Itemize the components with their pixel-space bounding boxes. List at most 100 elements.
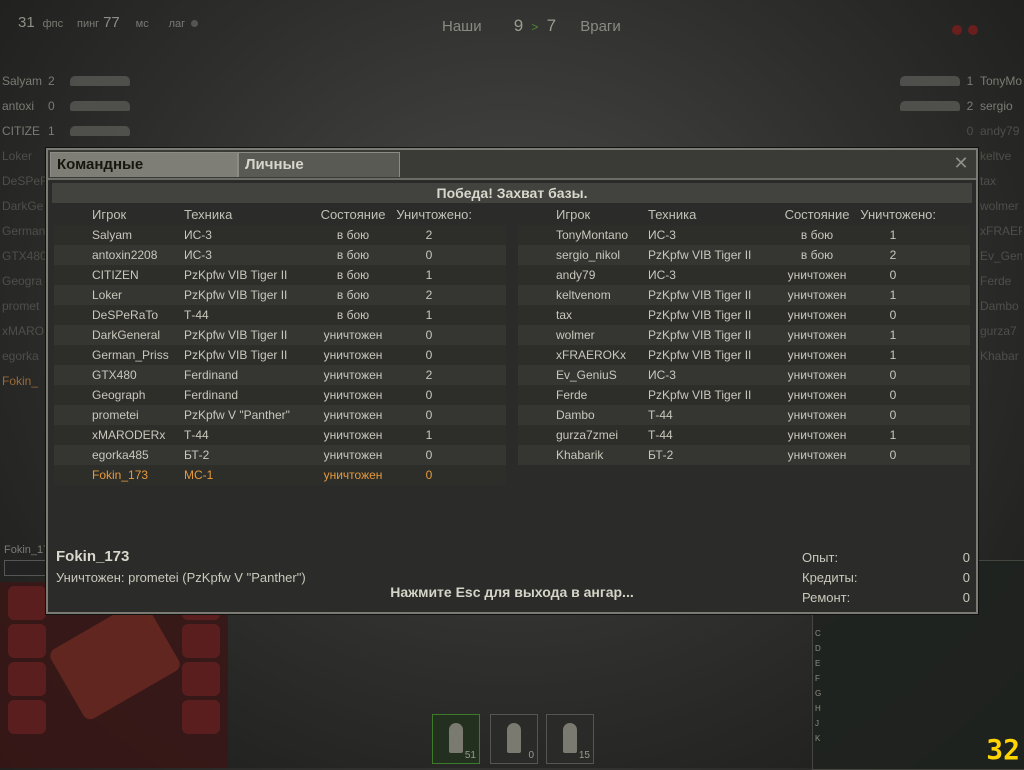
table-row[interactable]: sergio_nikol PzKpfw VIB Tiger II в бою 2: [518, 245, 970, 265]
table-row[interactable]: GTX480 Ferdinand уничтожен 2: [54, 365, 506, 385]
shell-icon: [507, 723, 521, 753]
table-row[interactable]: DarkGeneral PzKpfw VIB Tiger II уничтожен 0: [54, 325, 506, 345]
cell-kills: 1: [425, 268, 433, 282]
cell-kills: 1: [889, 348, 897, 362]
cell-state: уничтожен: [323, 348, 383, 362]
side-player-name: Loker: [2, 148, 33, 163]
enemies-table: Игрок Техника Состояние Уничтожено: Tony…: [518, 205, 970, 465]
cell-vehicle: ИС-3: [648, 368, 676, 382]
side-player-name: andy79: [980, 123, 1020, 138]
cell-state: в бою: [336, 288, 370, 302]
cell-vehicle: PzKpfw VIB Tiger II: [648, 348, 752, 362]
side-player-name: tax: [980, 173, 997, 188]
table-row[interactable]: Geograph Ferdinand уничтожен 0: [54, 385, 506, 405]
cell-vehicle: ИС-3: [184, 228, 212, 242]
table-row[interactable]: antoxin2208 ИС-3 в бою 0: [54, 245, 506, 265]
cell-vehicle: ИС-3: [648, 268, 676, 282]
tab-team-achievements[interactable]: Командные достижения: [50, 152, 238, 197]
cell-vehicle: PzKpfw VIB Tiger II: [648, 308, 752, 322]
table-row[interactable]: Ev_GeniuS ИС-3 уничтожен 0: [518, 365, 970, 385]
side-kill-count: 0: [48, 98, 55, 113]
header-player: Игрок: [556, 207, 591, 222]
table-row[interactable]: Dambo Т-44 уничтожен 0: [518, 405, 970, 425]
tab-bar: Командные достижения Личные достижения ✕: [48, 150, 976, 197]
cell-state: уничтожен: [323, 428, 383, 442]
table-row[interactable]: German_Priss PzKpfw VIB Tiger II уничтожен…: [54, 345, 506, 365]
loader-icon: [182, 700, 220, 734]
table-row[interactable]: egorka485 БТ-2 уничтожен 0: [54, 445, 506, 465]
table-row[interactable]: DeSPeRaTo Т-44 в бою 1: [54, 305, 506, 325]
cell-state: уничтожен: [323, 468, 383, 482]
table-header: Игрок Техника Состояние Уничтожено:: [518, 205, 970, 225]
cell-player: Khabarik: [556, 448, 604, 462]
allies-count: 9: [513, 16, 524, 35]
side-player-name: gurza7: [980, 323, 1017, 338]
cell-vehicle: PzKpfw VIB Tiger II: [184, 268, 288, 282]
table-row[interactable]: gurza7zmei Т-44 уничтожен 1: [518, 425, 970, 445]
battle-result-title: Победа! Захват базы.: [52, 183, 972, 203]
side-player-name: xMAROD: [2, 323, 53, 338]
table-row[interactable]: Khabarik БТ-2 уничтожен 0: [518, 445, 970, 465]
cell-state: уничтожен: [323, 448, 383, 462]
table-row[interactable]: tax PzKpfw VIB Tiger II уничтожен 0: [518, 305, 970, 325]
stat-label: Ремонт:: [802, 590, 851, 605]
minimap-grid-letter: C: [815, 629, 821, 638]
table-row[interactable]: Salyam ИС-3 в бою 2: [54, 225, 506, 245]
cell-kills: 1: [425, 308, 433, 322]
cell-kills: 0: [889, 448, 897, 462]
stat-label: Кредиты:: [802, 570, 858, 585]
table-row[interactable]: andy79 ИС-3 уничтожен 0: [518, 265, 970, 285]
cell-kills: 1: [889, 288, 897, 302]
cell-player: wolmer: [556, 328, 595, 342]
ammo-slot-3[interactable]: 15: [546, 714, 594, 764]
ammo-slot-1[interactable]: 51: [432, 714, 480, 764]
table-row[interactable]: CITIZEN PzKpfw VIB Tiger II в бою 1: [54, 265, 506, 285]
side-player-name: wolmer: [980, 198, 1019, 213]
cell-player: Ev_GeniuS: [556, 368, 617, 382]
cell-kills: 0: [425, 388, 433, 402]
side-kill-count: 1: [48, 123, 55, 138]
cell-kills: 0: [889, 368, 897, 382]
allies-table: Игрок Техника Состояние Уничтожено: Saly…: [54, 205, 506, 485]
cell-player: German_Priss: [92, 348, 169, 362]
cell-kills: 2: [425, 288, 433, 302]
shell-icon: [449, 723, 463, 753]
ms-label: мс: [135, 18, 149, 30]
table-row[interactable]: Loker PzKpfw VIB Tiger II в бою 2: [54, 285, 506, 305]
table-row[interactable]: wolmer PzKpfw VIB Tiger II уничтожен 1: [518, 325, 970, 345]
cell-kills: 0: [889, 408, 897, 422]
cell-kills: 2: [425, 228, 433, 242]
table-row[interactable]: TonyMontano ИС-3 в бою 1: [518, 225, 970, 245]
cell-player: Ferde: [556, 388, 588, 402]
cell-kills: 1: [889, 228, 897, 242]
cell-vehicle: PzKpfw VIB Tiger II: [648, 248, 752, 262]
table-row[interactable]: keltvenom PzKpfw VIB Tiger II уничтожен 1: [518, 285, 970, 305]
table-row[interactable]: xFRAEROKx PzKpfw VIB Tiger II уничтожен 1: [518, 345, 970, 365]
table-row[interactable]: Fokin_173 МС-1 уничтожен 0: [54, 465, 506, 485]
tracks-icon: [8, 662, 46, 696]
stat-value: 0: [962, 550, 970, 565]
side-player-name: Dambo: [980, 298, 1019, 313]
cell-vehicle: Ferdinand: [184, 368, 239, 382]
tab-personal-achievements[interactable]: Личные достижения: [238, 152, 400, 197]
cell-kills: 0: [425, 448, 433, 462]
cell-kills: 1: [425, 428, 433, 442]
side-player-name: GTX480: [2, 248, 47, 263]
ammo-count: 51: [464, 750, 476, 761]
cell-player: Geograph: [92, 388, 146, 402]
side-kill-count: 2: [966, 98, 974, 113]
side-player-name: sergio: [980, 98, 1013, 113]
table-row[interactable]: prometei PzKpfw V "Panther" уничтожен 0: [54, 405, 506, 425]
side-player-name: German: [2, 223, 46, 238]
cell-state: уничтожен: [787, 328, 847, 342]
close-icon[interactable]: ✕: [950, 152, 972, 174]
cell-player: DeSPeRaTo: [92, 308, 159, 322]
cell-state: в бою: [800, 228, 834, 242]
earnings-stats: Опыт: 0 Кредиты: 0 Ремонт: 0: [802, 548, 970, 608]
table-row[interactable]: xMARODERx Т-44 уничтожен 1: [54, 425, 506, 445]
stat-value: 0: [962, 590, 970, 605]
side-list-item: Salyam 2: [2, 68, 130, 93]
table-row[interactable]: Ferde PzKpfw VIB Tiger II уничтожен 0: [518, 385, 970, 405]
tank-icon: [70, 75, 130, 86]
ammo-slot-2[interactable]: 0: [490, 714, 538, 764]
